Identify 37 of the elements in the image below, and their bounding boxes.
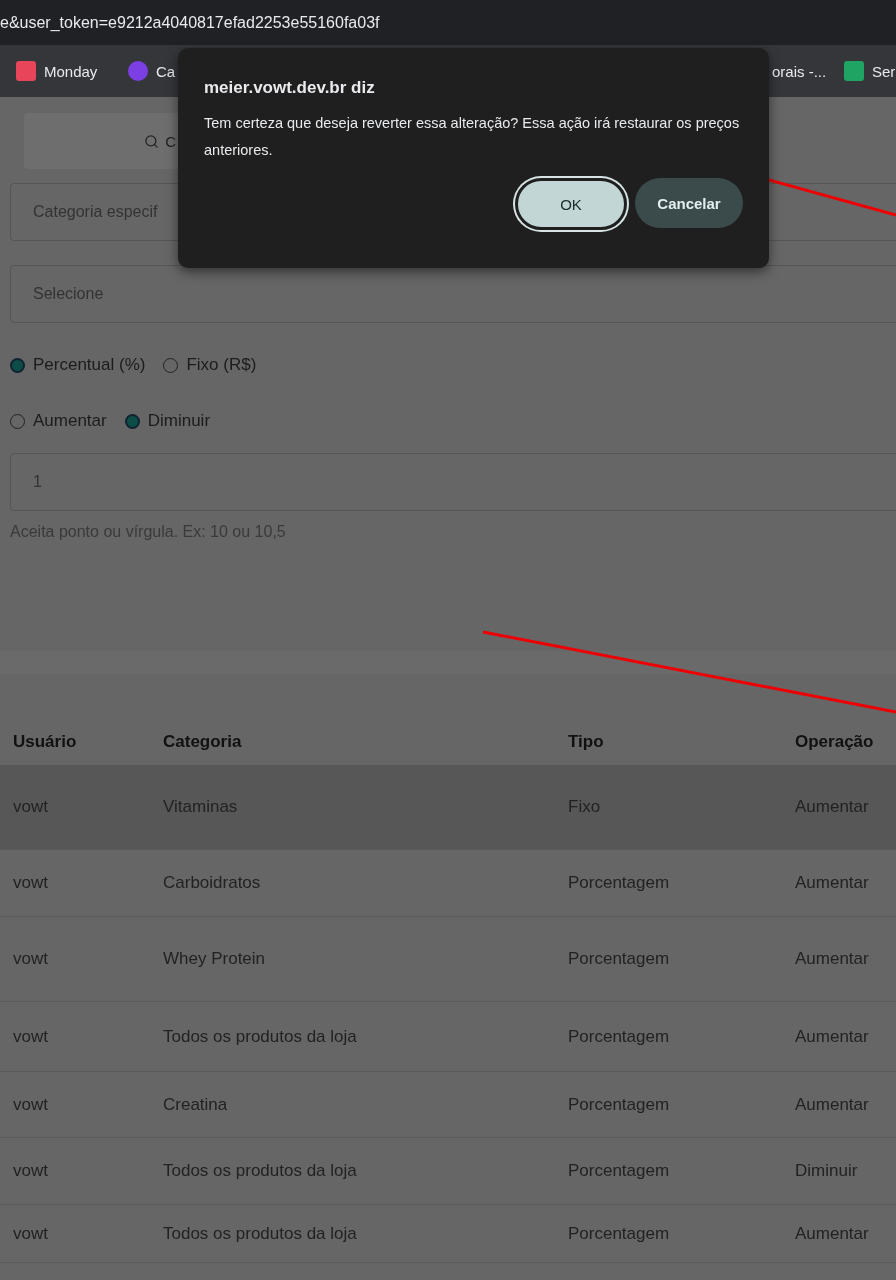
bookmark-link[interactable]: Monday [8,61,106,81]
table-cell-text: Porcentagem [568,873,671,893]
table-cell-text: Todos os produtos da loja [163,1223,358,1244]
table-cell-text: Aumentar [795,1223,870,1244]
column-header: Tipo [568,732,605,752]
table-cell-text: vowt [13,1026,49,1047]
table-cell-text: Creatina [163,1094,229,1115]
bookmark-link[interactable]: Ser [836,61,896,81]
column-header: Categoria [163,732,243,752]
ok-button[interactable]: OK [515,178,627,230]
table-cell-text: Porcentagem [568,1223,671,1244]
table-cell-text: Porcentagem [568,1094,671,1115]
table-cell-text: vowt [13,1223,49,1244]
table-cell-text: Todos os produtos da loja [163,1161,358,1181]
table-cell-text: vowt [13,1094,49,1115]
table-cell-text: Aumentar [795,1094,870,1115]
table-cell-text: Carboidratos [163,873,262,893]
search-icon [144,133,160,149]
table-cell-text: Porcentagem [568,1026,671,1047]
column-header: Operação [795,732,875,752]
table-cell-text: vowt [13,873,49,893]
table-cell-text: Porcentagem [568,1161,671,1181]
table-cell-text: Aumentar [795,1026,870,1047]
dialog-title: meier.vowt.dev.br diz [204,78,376,98]
table-cell-text: Porcentagem [568,949,671,969]
table-cell-text: Diminuir [795,1161,859,1181]
table-cell-text: Todos os produtos da loja [163,1026,358,1047]
dialog-message: Tem certeza que deseja reverter essa alteração? Essa ação irá restaurar os preços anteriores. [204,114,741,160]
table-cell-text: Whey Protein [163,949,267,969]
bookmark-link[interactable]: Ca [120,61,184,81]
table-cell-text: vowt [13,1161,49,1181]
column-header: Usuário [13,732,78,752]
table-cell-text: vowt [13,949,49,969]
table-cell-text: Aumentar [795,949,870,969]
cancel-button[interactable]: Cancelar [635,178,743,228]
address-url[interactable]: e&user_token=e9212a4040817efad2253e55160fa03f [0,13,380,32]
table-cell-text: Aumentar [795,873,870,893]
